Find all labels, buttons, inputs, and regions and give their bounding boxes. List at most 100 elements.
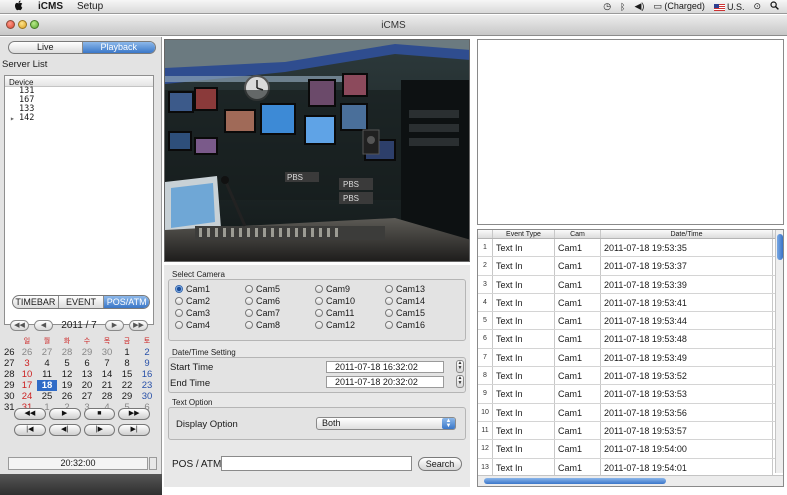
calendar-day[interactable]: 24	[17, 391, 37, 402]
event-tab[interactable]: EVENT	[59, 296, 105, 308]
table-row[interactable]: 6 Text In Cam1 2011-07-18 19:53:48	[478, 330, 783, 349]
calendar-day[interactable]: 16	[137, 369, 157, 380]
next-year-button[interactable]: ▶▶	[129, 319, 148, 331]
table-row[interactable]: 11 Text In Cam1 2011-07-18 19:53:57	[478, 421, 783, 441]
radio-button[interactable]	[315, 285, 323, 293]
camera-option[interactable]: Cam6	[245, 296, 280, 306]
display-option-select[interactable]: Both ▲ ▼	[316, 417, 456, 430]
zoom-window-button[interactable]	[30, 20, 39, 29]
spotlight-icon[interactable]	[770, 1, 779, 12]
timebar-tab[interactable]: TIMEBAR	[13, 296, 59, 308]
table-row[interactable]: 5 Text In Cam1 2011-07-18 19:53:44	[478, 312, 783, 331]
horizontal-scroll-thumb[interactable]	[484, 478, 666, 484]
calendar-day[interactable]: 27	[37, 347, 57, 358]
vertical-scroll-thumb[interactable]	[777, 234, 783, 260]
table-row[interactable]: 4 Text In Cam1 2011-07-18 19:53:41	[478, 293, 783, 313]
disclosure-triangle-icon[interactable]: ▸	[10, 114, 15, 123]
calendar-day[interactable]: 30	[97, 347, 117, 358]
time-stepper[interactable]	[149, 457, 157, 470]
radio-button[interactable]	[175, 297, 183, 305]
calendar-day[interactable]: 10	[17, 369, 37, 380]
cam-column-header[interactable]: Cam	[555, 230, 601, 238]
battery-status[interactable]: ▭ (Charged)	[653, 1, 705, 12]
camera-view[interactable]: PBS PBS PBS	[164, 39, 470, 262]
calendar-day[interactable]: 29	[117, 391, 137, 402]
calendar-day[interactable]: 30	[137, 391, 157, 402]
camera-option[interactable]: Cam10	[315, 296, 355, 306]
go-to-end-button[interactable]: ▶|	[118, 424, 150, 436]
table-row[interactable]: 7 Text In Cam1 2011-07-18 19:53:49	[478, 348, 783, 368]
camera-option[interactable]: Cam16	[385, 320, 425, 330]
step-back-button[interactable]: ◀|	[48, 424, 81, 436]
calendar-day[interactable]: 26	[57, 391, 77, 402]
radio-button[interactable]	[315, 297, 323, 305]
secondary-view-area[interactable]	[477, 39, 784, 225]
table-row[interactable]: 3 Text In Cam1 2011-07-18 19:53:39	[478, 275, 783, 294]
camera-option[interactable]: Cam15	[385, 308, 425, 318]
camera-option[interactable]: Cam3	[175, 308, 210, 318]
camera-option[interactable]: Cam8	[245, 320, 280, 330]
camera-option[interactable]: Cam11	[315, 308, 354, 318]
calendar-day[interactable]: 14	[97, 369, 117, 380]
setup-menu[interactable]: Setup	[77, 1, 103, 12]
bluetooth-icon[interactable]: ᛒ	[620, 2, 625, 12]
radio-button[interactable]	[315, 309, 323, 317]
calendar-day[interactable]: 8	[117, 358, 137, 369]
calendar-day[interactable]: 22	[117, 380, 137, 391]
table-row[interactable]: 10 Text In Cam1 2011-07-18 19:53:56	[478, 403, 783, 422]
camera-option[interactable]: Cam2	[175, 296, 210, 306]
calendar-day[interactable]: 7	[97, 358, 117, 369]
calendar-day[interactable]: 28	[97, 391, 117, 402]
playback-tab[interactable]: Playback	[82, 42, 155, 53]
input-source[interactable]: U.S.	[713, 2, 744, 12]
calendar-day[interactable]: 28	[57, 347, 77, 358]
radio-button[interactable]	[245, 321, 253, 329]
calendar-day[interactable]: 26	[17, 347, 37, 358]
calendar-day[interactable]: 27	[77, 391, 97, 402]
table-row[interactable]: 12 Text In Cam1 2011-07-18 19:54:00	[478, 440, 783, 459]
stop-button[interactable]: ■	[83, 408, 116, 420]
radio-button[interactable]	[175, 285, 183, 293]
vertical-scrollbar[interactable]	[775, 230, 783, 473]
search-button[interactable]: Search	[418, 457, 462, 471]
pos-atm-tab[interactable]: POS/ATM	[104, 296, 149, 308]
volume-icon[interactable]: ◀)	[634, 1, 644, 12]
radio-button[interactable]	[245, 309, 253, 317]
calendar-day[interactable]: 13	[77, 369, 97, 380]
radio-button[interactable]	[315, 321, 323, 329]
camera-option[interactable]: Cam9	[315, 284, 350, 294]
fast-forward-button[interactable]: ▶▶	[118, 408, 150, 420]
horizontal-scrollbar[interactable]	[478, 475, 783, 486]
start-time-stepper[interactable]: ▲ ▼	[456, 360, 464, 373]
radio-button[interactable]	[385, 297, 393, 305]
time-machine-icon[interactable]: ◷	[603, 1, 611, 12]
radio-button[interactable]	[245, 297, 253, 305]
camera-option[interactable]: Cam13	[385, 284, 425, 294]
calendar-day[interactable]: 1	[117, 347, 137, 358]
device-item-expandable[interactable]: ▸ 142	[5, 114, 153, 124]
event-type-column-header[interactable]: Event Type	[493, 230, 555, 238]
table-row[interactable]: 2 Text In Cam1 2011-07-18 19:53:37	[478, 257, 783, 276]
radio-button[interactable]	[385, 321, 393, 329]
step-forward-button[interactable]: |▶	[83, 424, 116, 436]
calendar-day[interactable]: 6	[77, 358, 97, 369]
end-time-stepper[interactable]: ▲ ▼	[456, 375, 464, 388]
calendar-day[interactable]: 17	[17, 380, 37, 391]
calendar-day[interactable]: 9	[137, 358, 157, 369]
radio-button[interactable]	[245, 285, 253, 293]
calendar-day[interactable]: 19	[57, 380, 77, 391]
calendar-day[interactable]: 29	[77, 347, 97, 358]
app-menu[interactable]: iCMS	[38, 1, 63, 12]
calendar-day[interactable]: 5	[57, 358, 77, 369]
radio-button[interactable]	[385, 285, 393, 293]
radio-button[interactable]	[175, 321, 183, 329]
calendar-day[interactable]: 21	[97, 380, 117, 391]
calendar-day[interactable]: 12	[57, 369, 77, 380]
calendar-day[interactable]: 23	[137, 380, 157, 391]
table-row[interactable]: 8 Text In Cam1 2011-07-18 19:53:52	[478, 367, 783, 386]
camera-option[interactable]: Cam14	[385, 296, 425, 306]
camera-option[interactable]: Cam4	[175, 320, 210, 330]
user-icon[interactable]: ⊙	[753, 1, 761, 12]
play-button[interactable]: ▶	[48, 408, 81, 420]
camera-option[interactable]: Cam12	[315, 320, 355, 330]
